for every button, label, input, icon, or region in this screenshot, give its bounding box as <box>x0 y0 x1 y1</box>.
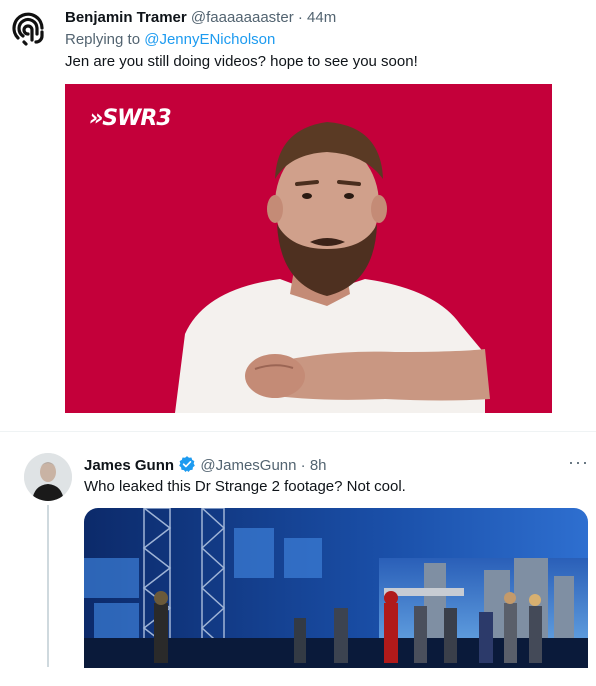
thread-connector-line <box>47 505 49 667</box>
timestamp[interactable]: 44m <box>307 9 336 26</box>
video-frame <box>65 84 552 413</box>
separator-dot: · <box>300 457 306 474</box>
avatar[interactable] <box>24 453 72 501</box>
separator-dot: · <box>297 9 303 26</box>
user-handle[interactable]: @faaaaaaaster <box>191 9 294 26</box>
replying-prefix: Replying to <box>65 31 145 48</box>
more-options-button[interactable]: ··· <box>568 452 589 473</box>
fingerprint-logo-icon <box>12 12 44 46</box>
verified-badge-icon <box>178 455 196 473</box>
display-name[interactable]: Benjamin Tramer <box>65 9 187 26</box>
tweet-text: Who leaked this Dr Strange 2 footage? No… <box>84 478 406 495</box>
timestamp[interactable]: 8h <box>310 457 327 474</box>
replying-to-line: Replying to @JennyENicholson <box>65 31 275 48</box>
video-frame <box>84 508 588 668</box>
tweet-james-gunn[interactable]: James Gunn @JamesGunn · 8h ··· Who leake… <box>0 432 596 686</box>
tweet-text: Jen are you still doing videos? hope to … <box>65 53 418 70</box>
display-name[interactable]: James Gunn <box>84 457 174 474</box>
swr3-logo: »SWR3 <box>89 106 172 131</box>
avatar[interactable] <box>10 10 50 50</box>
tweet-header: James Gunn @JamesGunn · 8h <box>84 455 327 474</box>
tweet-header: Benjamin Tramer @faaaaaaaster · 44m <box>65 9 336 26</box>
replying-to-link[interactable]: @JennyENicholson <box>144 31 275 48</box>
tweet-benjamin-tramer[interactable]: Benjamin Tramer @faaaaaaaster · 44m Repl… <box>0 0 596 430</box>
profile-photo-icon <box>24 453 72 501</box>
tweet-media-video[interactable] <box>84 508 588 668</box>
tweet-media-video[interactable]: »SWR3 <box>65 84 552 413</box>
user-handle[interactable]: @JamesGunn <box>200 457 296 474</box>
